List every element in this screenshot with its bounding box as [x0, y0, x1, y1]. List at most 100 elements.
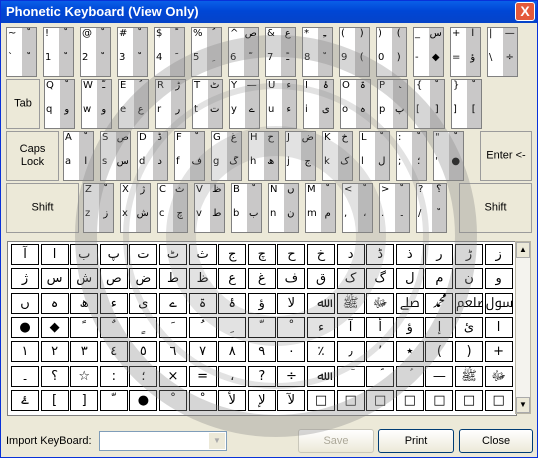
key-2-7[interactable]: Kخkک [322, 131, 353, 181]
char-cell[interactable]: ٭ [395, 341, 424, 363]
char-cell[interactable]: ف [277, 268, 306, 290]
char-cell[interactable]: ﺉ [455, 316, 483, 338]
key-3-5[interactable]: Nںnن [268, 183, 299, 233]
char-cell[interactable]: ں [11, 292, 39, 314]
char-cell[interactable]: ٨ [218, 341, 247, 363]
char-cell[interactable]: ژ [11, 268, 39, 290]
key-0-12[interactable]: + آ = ؤ [450, 27, 481, 77]
char-cell[interactable]: ﷲ [307, 365, 335, 387]
char-cell[interactable]: ؐ [366, 365, 395, 387]
char-cell[interactable]: و [484, 268, 513, 290]
char-cell[interactable]: ◆ [40, 316, 69, 338]
char-cell[interactable]: ٩ [247, 341, 276, 363]
char-cell[interactable]: ﺇ [425, 316, 454, 338]
char-cell[interactable]: [ [40, 389, 69, 411]
char-cell[interactable]: ﷰ [395, 292, 424, 314]
char-cell[interactable]: ل [395, 268, 424, 290]
key-0-0[interactable]: ~ ﹾ ` ﹾ [6, 27, 37, 77]
char-cell[interactable]: ٠ [277, 341, 306, 363]
char-cell[interactable]: ٦ [159, 341, 187, 363]
char-cell[interactable]: ﷻ [366, 292, 395, 314]
key-1-5[interactable]: Y — y ے [229, 79, 260, 129]
key-1-10[interactable]: {ﹾ [] [414, 79, 445, 129]
char-cell[interactable]: ق [307, 268, 335, 290]
char-cell[interactable]: □ [307, 389, 335, 411]
key-1-0[interactable]: Qﹾqو [44, 79, 75, 129]
char-cell[interactable]: ● [11, 316, 39, 338]
char-cell[interactable]: ھ [70, 292, 99, 314]
char-cell[interactable]: ی [129, 292, 158, 314]
char-cell[interactable]: ٣ [70, 341, 99, 363]
char-cell[interactable]: □ [425, 389, 454, 411]
char-cell[interactable]: ﹰ [70, 316, 99, 338]
char-cell[interactable]: ﹼ [99, 389, 128, 411]
key-0-11[interactable]: _ س - ◆ [413, 27, 444, 77]
char-cell[interactable]: ث [188, 244, 217, 265]
char-cell[interactable]: ض [129, 268, 158, 290]
char-cell[interactable]: ] [70, 389, 99, 411]
key-3-9[interactable]: ? ؟ / ﹾ [416, 183, 447, 233]
char-cell[interactable]: ۔ [11, 365, 39, 387]
key-3-6[interactable]: Mﹾmم [305, 183, 336, 233]
char-cell[interactable]: ﻹ [247, 389, 276, 411]
char-cell[interactable]: ﻵ [277, 389, 306, 411]
key-0-2[interactable]: @ ﹾ 2 ﹾ [80, 27, 111, 77]
char-cell[interactable]: ص [99, 268, 128, 290]
char-cell[interactable]: ز [484, 244, 513, 265]
char-cell[interactable]: ﻻ [277, 292, 306, 314]
key-2-9[interactable]: : ﹾ; ؛ [396, 131, 427, 181]
char-cell[interactable]: ٥ [129, 341, 158, 363]
key-2-5[interactable]: Hحhھ [248, 131, 279, 181]
char-cell[interactable]: ١ [11, 341, 39, 363]
scroll-down-icon[interactable]: ▼ [516, 397, 530, 413]
key-0-8[interactable]: * ﹻ 8 ﹾ [302, 27, 333, 77]
char-cell[interactable]: ش [70, 268, 99, 290]
char-cell[interactable]: ﷻ [484, 365, 513, 387]
key-0-4[interactable]: $ ﹰ 4 ﹶ [154, 27, 185, 77]
char-cell[interactable]: ﺁ [336, 316, 365, 338]
char-cell[interactable]: ﷺ [336, 292, 365, 314]
enter-key[interactable]: Enter <- [480, 131, 532, 181]
key-2-6[interactable]: Jضjج [285, 131, 316, 181]
char-cell[interactable]: ک [336, 268, 365, 290]
char-cell[interactable]: ﷺ [455, 365, 483, 387]
caps-lock-key[interactable]: Caps Lock [6, 131, 59, 181]
key-0-7[interactable]: & ع 7 ﹱ [265, 27, 296, 77]
key-1-4[interactable]: Tٹtت [192, 79, 223, 129]
char-cell[interactable]: م [425, 268, 454, 290]
key-3-1[interactable]: Xژxش [120, 183, 151, 233]
char-cell[interactable]: ؑ [395, 365, 424, 387]
char-cell[interactable]: ﻷ [218, 389, 247, 411]
char-cell[interactable]: ﹶ [159, 316, 187, 338]
key-2-4[interactable]: Gغgگ [211, 131, 242, 181]
char-cell[interactable]: ا [40, 244, 69, 265]
print-button[interactable]: Print [378, 429, 454, 453]
char-cell[interactable]: □ [336, 389, 365, 411]
char-cell[interactable]: ﹾ [159, 389, 187, 411]
char-cell[interactable]: ٧ [188, 341, 217, 363]
char-cell[interactable]: چ [247, 244, 276, 265]
char-cell[interactable]: — [425, 365, 454, 387]
char-cell[interactable]: ح [277, 244, 306, 265]
key-2-8[interactable]: Lﹾlل [359, 131, 390, 181]
char-cell[interactable]: آ [11, 244, 39, 265]
char-cell[interactable]: ﹲ [99, 316, 128, 338]
char-cell[interactable]: ن [455, 268, 483, 290]
key-3-2[interactable]: Cثcچ [157, 183, 188, 233]
char-cell[interactable]: غ [247, 268, 276, 290]
key-3-3[interactable]: Vظvط [194, 183, 225, 233]
char-cell[interactable]: ج [218, 244, 247, 265]
key-0-9[interactable]: () 9 ( [339, 27, 370, 77]
char-cell[interactable]: ب [70, 244, 99, 265]
char-cell[interactable]: ۓ [11, 389, 39, 411]
key-3-0[interactable]: Zﹾzز [83, 183, 114, 233]
char-cell[interactable]: ﺍ [484, 316, 513, 338]
char-cell[interactable]: ڑ [455, 244, 483, 265]
char-cell[interactable]: ) [455, 341, 483, 363]
char-cell[interactable]: ر [425, 244, 454, 265]
key-1-6[interactable]: Uءuء [266, 79, 297, 129]
char-cell[interactable]: ( [425, 341, 454, 363]
char-cell[interactable]: □ [366, 389, 395, 411]
key-1-3[interactable]: Rڑrر [155, 79, 186, 129]
key-1-9[interactable]: Pﹳpپ [377, 79, 408, 129]
